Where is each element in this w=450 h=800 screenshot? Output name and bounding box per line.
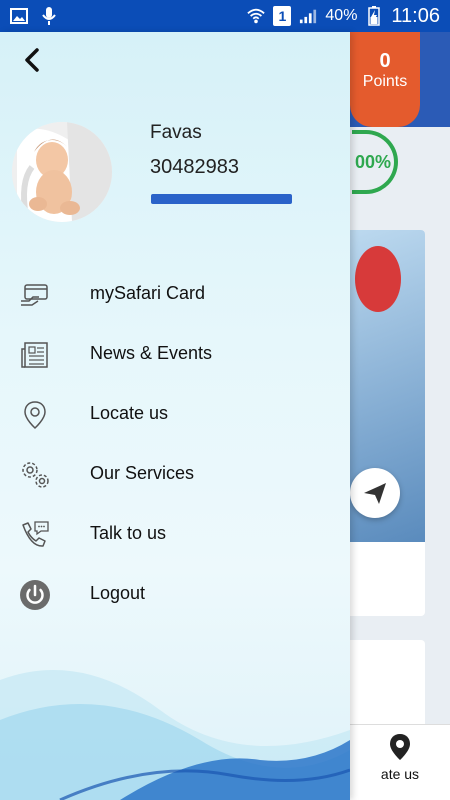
clock: 11:06 [391,4,440,27]
newspaper-icon [18,338,52,372]
send-icon[interactable] [350,468,400,518]
gallery-icon [10,7,28,25]
menu-item-label: Logout [90,583,146,603]
avatar[interactable] [12,122,112,222]
menu-item-label: mySafari Card [90,283,206,303]
menu-item-mysafari-card[interactable]: mySafari Card [0,264,350,324]
profile-progress-bar [151,194,292,204]
gears-icon [18,458,52,492]
power-icon [18,578,52,612]
menu-item-label: News & Events [90,343,213,363]
points-badge[interactable]: 0 Points [350,32,420,127]
points-label: Points [362,73,408,90]
menu-item-label: Our Services [90,463,195,483]
menu-item-our-services[interactable]: Our Services [0,444,350,504]
back-button[interactable] [16,46,48,78]
profile-id: 30482983 [150,156,239,178]
card-icon [18,278,52,312]
promo-card[interactable] [350,230,425,616]
menu-item-locate-us[interactable]: Locate us [0,384,350,444]
phone-chat-icon [18,518,52,552]
menu-item-news-events[interactable]: News & Events [0,324,350,384]
bottom-nav-label: ate us [380,766,420,782]
drawer-menu: mySafari Card News & Events Locate us Ou… [0,264,350,624]
battery-percent: 40% [325,7,358,24]
profile-name: Favas [150,122,202,143]
background-app: 0 Points 00% ate us [350,32,450,800]
menu-item-logout[interactable]: Logout [0,564,350,624]
decorative-wave [0,670,350,800]
progress-text: 00% [354,151,392,172]
progress-ring: 00% [352,130,398,194]
points-value: 0 [379,50,391,72]
microphone-icon [40,7,58,25]
chevron-left-icon [22,47,42,78]
status-bar: 1 40% 11:06 [0,0,450,32]
content-card[interactable] [350,640,425,730]
wifi-icon [247,7,266,25]
menu-item-label: Locate us [90,403,169,423]
promo-illustration [355,246,401,312]
battery-icon [365,6,383,26]
menu-item-talk-to-us[interactable]: Talk to us [0,504,350,564]
signal-icon [299,7,317,25]
location-pin-icon [18,398,52,432]
menu-item-label: Talk to us [90,523,167,543]
bottom-nav-locate[interactable]: ate us [350,724,450,800]
location-pin-icon [389,734,411,765]
sim-icon: 1 [273,6,292,26]
navigation-drawer: Favas 30482983 mySafari Card News & Even… [0,32,350,800]
